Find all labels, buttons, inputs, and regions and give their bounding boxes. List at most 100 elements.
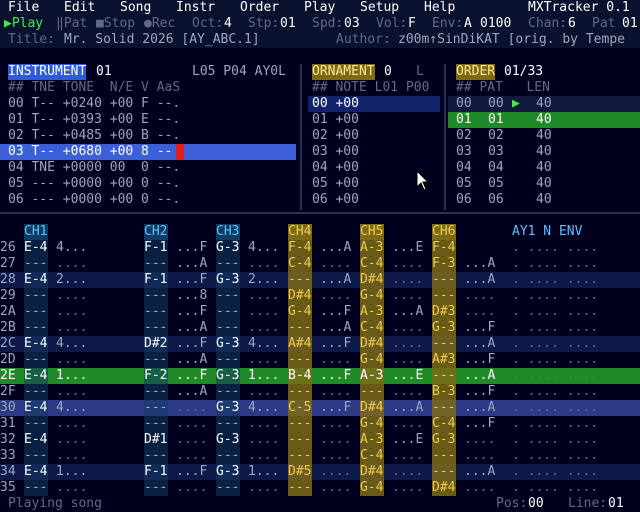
ornament-row[interactable]: 05 +00 (312, 176, 359, 192)
order-cell[interactable]: 05 (456, 176, 472, 192)
pattern-param-cell[interactable]: ...F (464, 320, 495, 336)
pattern-note-cell[interactable]: G-3 (432, 432, 455, 448)
order-cell[interactable]: 40 (536, 96, 552, 112)
pattern-param-cell[interactable]: ...F (464, 416, 495, 432)
order-cell[interactable]: 00 (456, 96, 472, 112)
ay-env-cell[interactable]: . .... .... (512, 256, 598, 272)
pattern-param-cell[interactable]: .... (320, 464, 351, 480)
pattern-param-cell[interactable]: ...F (320, 368, 351, 384)
pattern-note-cell[interactable]: A-3 (360, 368, 383, 384)
record-button[interactable]: ●Rec (144, 16, 175, 32)
pattern-param-cell[interactable]: .... (56, 448, 87, 464)
envelope-period[interactable]: 0100 (480, 16, 511, 32)
pattern-param-cell[interactable]: .... (464, 480, 495, 496)
pattern-note-cell[interactable]: --- (432, 368, 455, 384)
pattern-note-cell[interactable]: G-3 (216, 336, 239, 352)
pattern-param-cell[interactable]: .... (56, 432, 87, 448)
pattern-param-cell[interactable]: ...F (176, 368, 207, 384)
pattern-param-cell[interactable]: ...A (464, 400, 495, 416)
pattern-note-cell[interactable]: G-4 (360, 288, 383, 304)
order-cell[interactable]: 05 (488, 176, 504, 192)
pattern-param-cell[interactable]: .... (320, 416, 351, 432)
pattern-param-cell[interactable]: 4... (248, 400, 279, 416)
order-cell[interactable]: 02 (488, 128, 504, 144)
pattern-note-cell[interactable]: C-4 (360, 448, 383, 464)
channel-header-3[interactable]: CH3 (216, 224, 239, 240)
pattern-note-cell[interactable]: D#1 (144, 432, 167, 448)
pattern-param-cell[interactable]: .... (176, 400, 207, 416)
pattern-note-cell[interactable]: --- (432, 288, 455, 304)
pattern-param-cell[interactable]: .... (248, 320, 279, 336)
ay-env-cell[interactable]: . .... .... (512, 448, 598, 464)
pattern-note-cell[interactable]: --- (288, 416, 311, 432)
pattern-note-cell[interactable]: F-3 (432, 256, 455, 272)
pattern-note-cell[interactable]: --- (144, 400, 167, 416)
pattern-note-cell[interactable]: --- (216, 320, 239, 336)
pattern-note-cell[interactable]: --- (144, 384, 167, 400)
order-cell[interactable]: 40 (536, 160, 552, 176)
pattern-param-cell[interactable]: 1... (248, 368, 279, 384)
pattern-note-cell[interactable]: A#3 (432, 352, 455, 368)
pattern-param-cell[interactable]: .... (248, 304, 279, 320)
pattern-param-cell[interactable]: .... (392, 256, 423, 272)
pattern-note-cell[interactable]: --- (24, 352, 47, 368)
pattern-param-cell[interactable]: .... (392, 352, 423, 368)
pattern-param-cell[interactable]: .... (392, 272, 423, 288)
pattern-play-button[interactable]: ‖Pat (56, 16, 87, 32)
pattern-param-cell[interactable]: .... (56, 416, 87, 432)
pattern-param-cell[interactable]: .... (464, 304, 495, 320)
song-author-field[interactable]: z00m↑SinDiKAT [orig. by Tempe (398, 32, 625, 48)
pattern-param-cell[interactable]: .... (392, 288, 423, 304)
stop-button[interactable]: ■Stop (96, 16, 135, 32)
pattern-note-cell[interactable]: C-4 (360, 256, 383, 272)
pattern-param-cell[interactable]: 1... (56, 464, 87, 480)
pattern-param-cell[interactable]: .... (392, 416, 423, 432)
instrument-row[interactable]: 06 --- +0000 +00 0 --. (8, 192, 180, 208)
pattern-param-cell[interactable]: .... (248, 480, 279, 496)
pattern-param-cell[interactable]: ...A (464, 256, 495, 272)
ay-env-cell[interactable]: . .... .... (512, 240, 598, 256)
pattern-note-cell[interactable]: --- (24, 288, 47, 304)
pattern-param-cell[interactable]: .... (248, 288, 279, 304)
ay-env-cell[interactable]: . .... .... (512, 320, 598, 336)
ay-env-cell[interactable]: . .... .... (512, 368, 598, 384)
order-cell[interactable]: 03 (488, 144, 504, 160)
pattern-note-cell[interactable]: --- (144, 352, 167, 368)
order-cell[interactable]: 06 (488, 192, 504, 208)
pattern-note-cell[interactable]: B-4 (288, 368, 311, 384)
pattern-note-cell[interactable]: D#4 (432, 480, 455, 496)
order-cell[interactable]: 04 (456, 160, 472, 176)
ay-env-cell[interactable]: . .... .... (512, 464, 598, 480)
pattern-note-cell[interactable]: F-4 (432, 240, 455, 256)
step-value[interactable]: 01 (280, 16, 296, 32)
pattern-param-cell[interactable]: .... (320, 256, 351, 272)
play-button[interactable]: ▶Play (4, 16, 43, 32)
instrument-number[interactable]: 01 (96, 64, 112, 80)
pattern-param-cell[interactable]: ...A (464, 272, 495, 288)
pattern-note-cell[interactable]: G-3 (216, 432, 239, 448)
ay-env-cell[interactable]: . .... .... (512, 304, 598, 320)
pattern-note-cell[interactable]: G-3 (216, 368, 239, 384)
channel-header-6[interactable]: CH6 (432, 224, 455, 240)
pattern-param-cell[interactable]: .... (248, 416, 279, 432)
instrument-row[interactable]: 00 T-- +0240 +00 F --. (8, 96, 180, 112)
pattern-param-cell[interactable]: ...F (464, 352, 495, 368)
pattern-param-cell[interactable]: ...F (320, 400, 351, 416)
pattern-note-cell[interactable]: --- (144, 480, 167, 496)
pattern-note-cell[interactable]: --- (24, 448, 47, 464)
pattern-param-cell[interactable]: ...F (320, 304, 351, 320)
ay-env-cell[interactable]: . .... .... (512, 480, 598, 496)
menu-order[interactable]: Order (240, 0, 279, 16)
pattern-note-cell[interactable]: --- (216, 352, 239, 368)
pattern-param-cell[interactable]: .... (176, 480, 207, 496)
pattern-note-cell[interactable]: --- (24, 320, 47, 336)
menu-play[interactable]: Play (304, 0, 335, 16)
pattern-note-cell[interactable]: --- (216, 304, 239, 320)
pattern-note-cell[interactable]: C-5 (288, 400, 311, 416)
pattern-param-cell[interactable]: .... (56, 320, 87, 336)
pattern-note-cell[interactable]: --- (432, 336, 455, 352)
pattern-note-cell[interactable]: F-2 (144, 368, 167, 384)
pattern-note-cell[interactable]: G-3 (216, 272, 239, 288)
order-cell[interactable]: 40 (536, 192, 552, 208)
pattern-param-cell[interactable]: .... (320, 288, 351, 304)
